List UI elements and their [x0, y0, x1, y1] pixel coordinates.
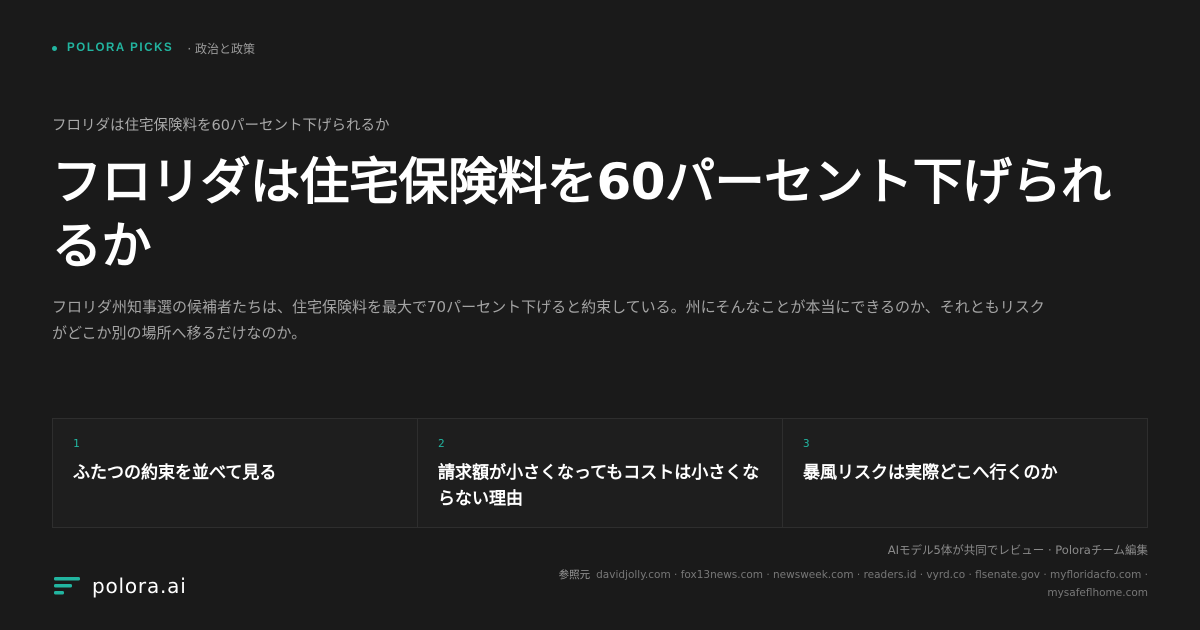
- card-title: 請求額が小さくなってもコストは小さくならない理由: [438, 463, 760, 509]
- section-cards: 1 ふたつの約束を並べて見る 2 請求額が小さくなってもコストは小さくならない理…: [52, 418, 1148, 528]
- section-card-2[interactable]: 2 請求額が小さくなってもコストは小さくならない理由: [418, 419, 783, 527]
- section-card-1[interactable]: 1 ふたつの約束を並べて見る: [53, 419, 418, 527]
- section-label[interactable]: · 政治と政策: [187, 40, 255, 57]
- card-number: 2: [438, 437, 445, 450]
- card-title: ふたつの約束を並べて見る: [73, 463, 277, 483]
- logo-text: polora.ai: [92, 574, 187, 598]
- card-number: 3: [803, 437, 810, 450]
- card-number: 1: [73, 437, 80, 450]
- brand-label[interactable]: POLORA PICKS: [67, 42, 173, 54]
- page-title: フロリダは住宅保険料を60パーセント下げられるか: [52, 153, 1111, 275]
- sources-text[interactable]: davidjolly.com · fox13news.com · newswee…: [596, 569, 1148, 599]
- sources-list: 参照元 davidjolly.com · fox13news.com · news…: [528, 566, 1148, 602]
- card-title: 暴風リスクは実際どこへ行くのか: [803, 463, 1058, 483]
- dot-icon: [52, 45, 57, 51]
- polora-logo-icon: [54, 577, 80, 595]
- footer-meta: AIモデル5体が共同でレビュー · Poloraチーム編集 参照元 davidjo…: [528, 542, 1148, 602]
- article-lede: フロリダ州知事選の候補者たちは、住宅保険料を最大で70パーセント下げると約束して…: [52, 298, 1045, 342]
- review-credit: AIモデル5体が共同でレビュー · Poloraチーム編集: [887, 543, 1148, 557]
- sources-label: 参照元: [558, 569, 591, 581]
- section-card-3[interactable]: 3 暴風リスクは実際どこへ行くのか: [783, 419, 1147, 527]
- footer-logo[interactable]: polora.ai: [54, 574, 187, 598]
- article-kicker: フロリダは住宅保険料を60パーセント下げられるか: [52, 118, 390, 134]
- top-bar: POLORA PICKS · 政治と政策: [52, 38, 255, 58]
